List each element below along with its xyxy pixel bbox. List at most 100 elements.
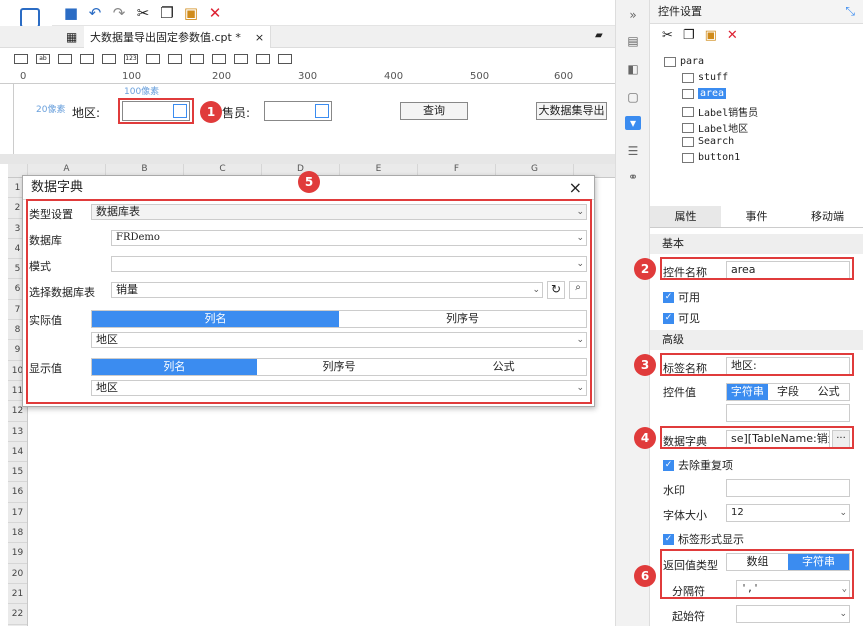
row-header[interactable]: 22: [8, 604, 27, 625]
form-icon: [664, 56, 676, 67]
tab-string[interactable]: 字符串: [727, 384, 768, 400]
query-button[interactable]: 查询: [400, 102, 468, 120]
tab-properties[interactable]: 属性: [650, 206, 721, 227]
ruler-tick: 200: [212, 71, 232, 82]
tree-node[interactable]: Search: [682, 136, 734, 147]
collapse-icon[interactable]: »: [625, 8, 641, 22]
widget-icon[interactable]: [190, 54, 204, 64]
height-hint: 20像素: [36, 105, 66, 115]
tree-node-label: area: [698, 88, 727, 99]
parameter-canvas[interactable]: 100像素 20像素 地区: 售员: 查询 大数据集导出: [14, 84, 615, 154]
calendar-icon[interactable]: [315, 104, 329, 118]
tree-node[interactable]: stuff: [682, 72, 728, 83]
tab-events[interactable]: 事件: [721, 206, 792, 227]
widget-icon[interactable]: [80, 54, 94, 64]
dedupe-label: 去除重复项: [678, 459, 733, 472]
section-advanced[interactable]: 高级: [650, 330, 863, 350]
tab-mobile[interactable]: 移动端: [792, 206, 863, 227]
fontsize-select[interactable]: 12 ⌄: [726, 504, 850, 522]
redo-icon[interactable]: ↷: [108, 3, 130, 23]
cut-icon[interactable]: ✂: [132, 3, 154, 23]
tree-node[interactable]: button1: [682, 152, 740, 163]
copy-icon[interactable]: ❐: [156, 3, 178, 23]
highlight-box-4: [660, 426, 854, 449]
tab-formula[interactable]: 公式: [808, 384, 849, 400]
start-select[interactable]: ⌄: [736, 605, 850, 623]
link-icon[interactable]: ⚭: [625, 170, 641, 184]
widget-icon[interactable]: [168, 54, 182, 64]
widget-settings-icon[interactable]: ▾: [625, 116, 641, 130]
cut-icon[interactable]: ✂: [662, 28, 673, 43]
settings-icon[interactable]: ◧: [625, 62, 641, 76]
export-button[interactable]: 大数据集导出: [536, 102, 607, 120]
chevron-down-icon: ⌄: [839, 508, 847, 518]
widget-icon[interactable]: [212, 54, 226, 64]
delete-icon[interactable]: ✕: [204, 3, 226, 23]
widget-icon[interactable]: ab: [36, 54, 50, 64]
ruler-tick: 100: [122, 71, 142, 82]
property-tabs: 属性 事件 移动端: [650, 206, 863, 228]
expand-icon[interactable]: ⤡: [845, 4, 855, 19]
tree-node-selected[interactable]: area: [682, 88, 727, 99]
paste-icon[interactable]: ▣: [705, 28, 717, 43]
frame-icon[interactable]: ▢: [625, 90, 641, 104]
row-header[interactable]: 16: [8, 482, 27, 503]
pin-icon[interactable]: ▰: [595, 30, 603, 41]
row-header[interactable]: 18: [8, 523, 27, 544]
row-header[interactable]: 19: [8, 543, 27, 564]
delete-icon[interactable]: ✕: [727, 28, 738, 43]
widget-icon[interactable]: [14, 54, 28, 64]
visible-checkbox[interactable]: ✓ 可见: [663, 310, 700, 326]
file-tab-label: 大数据量导出固定参数值.cpt *: [90, 31, 241, 44]
tree-node[interactable]: Label销售员: [682, 104, 758, 119]
row-header[interactable]: 21: [8, 584, 27, 605]
row-header[interactable]: 20: [8, 564, 27, 584]
step-badge-6: 6: [634, 565, 656, 587]
tree-node-label: button1: [698, 152, 741, 163]
splitter[interactable]: [0, 154, 615, 164]
widget-icon[interactable]: 123: [124, 54, 138, 64]
tree-node[interactable]: Label地区: [682, 120, 748, 135]
row-header[interactable]: 14: [8, 442, 27, 463]
highlight-box-6: [660, 549, 854, 599]
app-menu-icon[interactable]: [20, 8, 40, 28]
ctrl-value-tabs: 字符串 字段 公式: [726, 383, 850, 401]
ruler-tick: 300: [298, 71, 318, 82]
list-icon[interactable]: ☰: [625, 144, 641, 158]
save-icon[interactable]: ■: [60, 3, 82, 23]
label-form-checkbox[interactable]: ✓ 标签形式显示: [663, 531, 744, 547]
area-label: 地区:: [72, 106, 101, 120]
row-header[interactable]: 15: [8, 462, 27, 483]
tree-node[interactable]: para: [664, 56, 704, 67]
ruler-tick: 500: [470, 71, 490, 82]
fontsize-value: 12: [731, 507, 744, 518]
copy-icon[interactable]: ❐: [683, 28, 695, 43]
tab-field[interactable]: 字段: [768, 384, 809, 400]
widget-icon[interactable]: [234, 54, 248, 64]
step-badge-2: 2: [634, 258, 656, 280]
widget-settings-panel: 控件设置 ⤡ ✂ ❐ ▣ ✕ para stuff area Label销售员 …: [650, 0, 863, 626]
undo-icon[interactable]: ↶: [84, 3, 106, 23]
row-header[interactable]: 13: [8, 422, 27, 442]
file-tab[interactable]: 大数据量导出固定参数值.cpt * ×: [84, 26, 272, 48]
grid-icon[interactable]: ▦: [66, 30, 77, 44]
widget-icon[interactable]: [58, 54, 72, 64]
widget-icon[interactable]: [278, 54, 292, 64]
dedupe-checkbox[interactable]: ✓ 去除重复项: [663, 457, 733, 473]
close-icon[interactable]: ×: [569, 178, 582, 197]
close-icon[interactable]: ×: [255, 31, 264, 44]
checkbox-icon: ✓: [663, 533, 674, 545]
widget-icon[interactable]: [256, 54, 270, 64]
widget-icon[interactable]: [102, 54, 116, 64]
paste-icon[interactable]: ▣: [180, 3, 202, 23]
combo-icon: [682, 88, 694, 99]
salesman-combo[interactable]: [264, 101, 332, 121]
structure-icon[interactable]: ▤: [625, 34, 641, 48]
row-header[interactable]: 17: [8, 503, 27, 524]
ctrl-value-input[interactable]: [726, 404, 850, 422]
enabled-checkbox[interactable]: ✓ 可用: [663, 289, 700, 305]
watermark-input[interactable]: [726, 479, 850, 497]
widget-icon[interactable]: [146, 54, 160, 64]
section-basic[interactable]: 基本: [650, 234, 863, 254]
button-icon: [682, 152, 694, 163]
